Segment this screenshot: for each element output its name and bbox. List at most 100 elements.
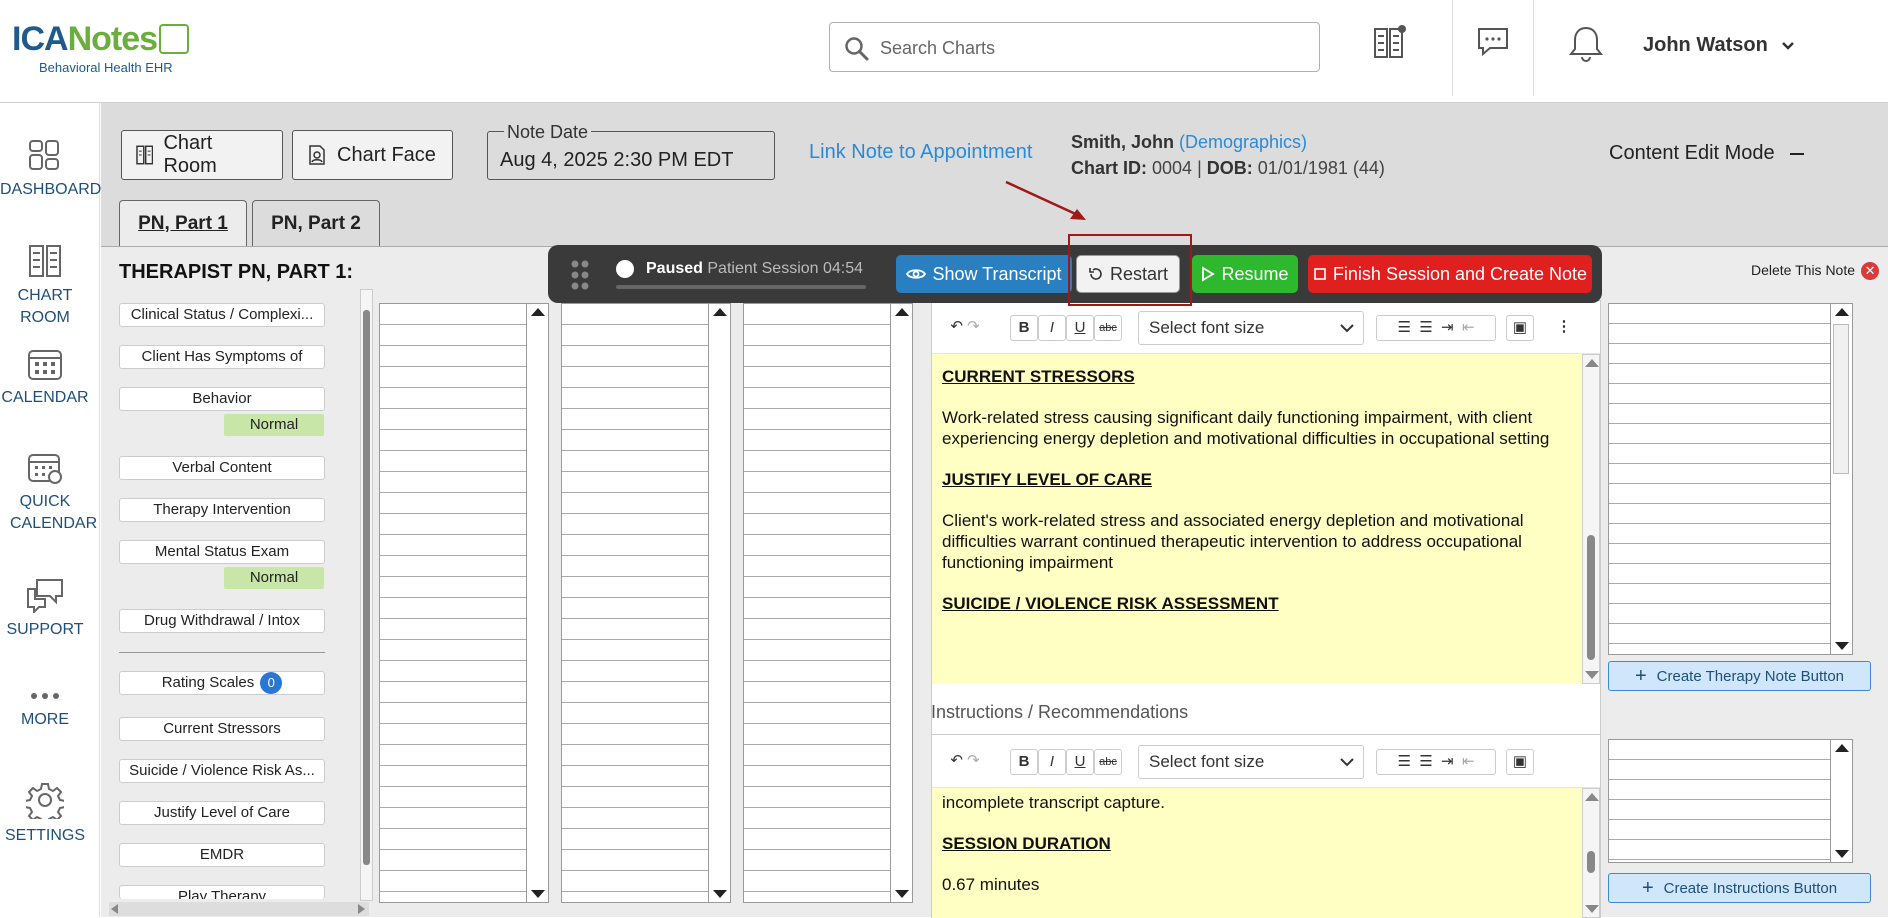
indent-icon[interactable]: ⇥ xyxy=(1441,753,1454,770)
scroll-thumb[interactable] xyxy=(1833,324,1849,474)
chart-face-button[interactable]: Chart Face xyxy=(292,130,453,180)
nav-chart-room[interactable]: CHART ROOM xyxy=(0,243,90,329)
nav-more[interactable]: MORE xyxy=(0,689,90,731)
indent-icon[interactable]: ⇥ xyxy=(1441,319,1454,336)
search-input[interactable] xyxy=(880,35,1300,61)
tab-pn-part-1[interactable]: PN, Part 1 xyxy=(119,200,247,246)
content-edit-mode-label: Content Edit Mode xyxy=(1609,142,1775,164)
content-edit-mode-toggle[interactable]: Content Edit Mode xyxy=(1609,142,1805,165)
undo-icon[interactable]: ↶ xyxy=(950,318,963,335)
left-nav: DASHBOARD CHART ROOM CALENDAR QUICK CALE… xyxy=(0,103,101,917)
horizontal-scrollbar[interactable] xyxy=(109,902,369,916)
chart-files-icon[interactable] xyxy=(1372,24,1408,65)
user-menu[interactable]: John Watson xyxy=(1643,34,1795,57)
left-panel-scrollbar[interactable] xyxy=(360,289,373,901)
show-transcript-button[interactable]: Show Transcript xyxy=(896,255,1072,293)
nav-settings[interactable]: SETTINGS xyxy=(0,781,90,847)
item-verbal-content[interactable]: Verbal Content xyxy=(119,456,325,480)
scroll-thumb[interactable] xyxy=(1587,851,1595,873)
delete-note-button[interactable]: Delete This Note ✕ xyxy=(1751,262,1880,281)
create-instructions-button[interactable]: + Create Instructions Button xyxy=(1608,873,1871,903)
redo-icon[interactable]: ↷ xyxy=(967,752,980,769)
drag-handle-icon[interactable] xyxy=(570,259,590,291)
nav-label: SUPPORT xyxy=(6,621,84,638)
note-text-editor[interactable]: ↶ ↷ B I U abc Select font size ☰ ☰ ⇥ ⇤ ▣… xyxy=(931,300,1601,735)
nav-quick-calendar[interactable]: QUICK CALENDAR xyxy=(0,451,97,535)
eye-icon xyxy=(906,269,927,279)
outdent-icon[interactable]: ⇤ xyxy=(1462,753,1475,770)
bullet-list-icon[interactable]: ☰ xyxy=(1419,753,1432,770)
more-options-icon[interactable]: ⋮ xyxy=(1556,315,1572,341)
chart-room-label: Chart Room xyxy=(163,132,217,177)
undo-icon[interactable]: ↶ xyxy=(950,752,963,769)
underline-button[interactable]: U xyxy=(1066,315,1094,341)
link-note-to-appointment[interactable]: Link Note to Appointment xyxy=(809,141,1032,164)
note-text-area[interactable]: CURRENT STRESSORS Work-related stress ca… xyxy=(932,354,1582,684)
create-therapy-label: Create Therapy Note Button xyxy=(1656,667,1845,685)
item-suicide-violence[interactable]: Suicide / Violence Risk As... xyxy=(119,759,325,783)
messages-icon[interactable] xyxy=(1476,24,1510,63)
redo-icon[interactable]: ↷ xyxy=(967,318,980,335)
restart-highlight-box xyxy=(1068,234,1192,306)
ordered-list-icon[interactable]: ☰ xyxy=(1397,753,1410,770)
right-list-column-2[interactable] xyxy=(1608,739,1853,863)
strikethrough-button[interactable]: abc xyxy=(1094,315,1122,341)
stop-icon xyxy=(1314,268,1326,280)
font-size-select[interactable]: Select font size xyxy=(1138,745,1364,779)
create-therapy-note-button[interactable]: + Create Therapy Note Button xyxy=(1608,661,1871,691)
chart-room-icon xyxy=(29,245,61,277)
instructions-scrollbar[interactable] xyxy=(1582,788,1600,918)
item-rating-scales[interactable]: Rating Scales 0 xyxy=(119,671,325,695)
item-behavior[interactable]: Behavior xyxy=(119,387,325,411)
strikethrough-button[interactable]: abc xyxy=(1094,749,1122,775)
bell-icon[interactable] xyxy=(1568,24,1604,67)
logo-subtitle: Behavioral Health EHR xyxy=(39,60,173,75)
bold-button[interactable]: B xyxy=(1010,749,1038,775)
bold-button[interactable]: B xyxy=(1010,315,1038,341)
right-list-column[interactable] xyxy=(1608,303,1853,655)
list-column-3[interactable] xyxy=(743,303,913,903)
source-code-icon[interactable]: ▣ xyxy=(1506,749,1534,775)
item-emdr[interactable]: EMDR xyxy=(119,843,325,867)
font-size-select[interactable]: Select font size xyxy=(1138,311,1364,345)
underline-button[interactable]: U xyxy=(1066,749,1094,775)
chart-face-label: Chart Face xyxy=(337,143,436,166)
note-date-field[interactable]: Note Date Aug 4, 2025 2:30 PM EDT xyxy=(487,122,775,180)
search-box[interactable] xyxy=(829,22,1320,72)
tab-pn-part-2[interactable]: PN, Part 2 xyxy=(252,200,380,246)
editor-scrollbar[interactable] xyxy=(1582,354,1600,684)
item-drug-withdrawal[interactable]: Drug Withdrawal / Intox xyxy=(119,609,325,633)
nav-dashboard[interactable]: DASHBOARD xyxy=(0,139,101,201)
list-column-1[interactable] xyxy=(379,303,549,903)
instructions-text-area[interactable]: incomplete transcript capture. SESSION D… xyxy=(932,788,1582,918)
item-current-stressors[interactable]: Current Stressors xyxy=(119,717,325,741)
bullet-list-icon[interactable]: ☰ xyxy=(1419,319,1432,336)
scroll-thumb[interactable] xyxy=(1587,535,1595,660)
demographics-link[interactable]: (Demographics) xyxy=(1179,132,1307,152)
instructions-editor[interactable]: ↶ ↷ B I U abc Select font size ☰ ☰ ⇥ ⇤ ▣… xyxy=(931,734,1601,918)
note-content-panel: THERAPIST PN, PART 1: Clinical Status / … xyxy=(101,246,1888,918)
source-code-icon[interactable]: ▣ xyxy=(1506,315,1534,341)
item-clinical-status[interactable]: Clinical Status / Complexi... xyxy=(119,303,325,327)
item-therapy-intervention[interactable]: Therapy Intervention xyxy=(119,498,325,522)
list-column-2[interactable] xyxy=(561,303,731,903)
session-status: Paused Patient Session 04:54 xyxy=(646,260,863,278)
scroll-thumb[interactable] xyxy=(363,310,370,865)
italic-button[interactable]: I xyxy=(1038,749,1066,775)
outdent-icon[interactable]: ⇤ xyxy=(1462,319,1475,336)
italic-button[interactable]: I xyxy=(1038,315,1066,341)
close-icon: ✕ xyxy=(1861,262,1880,281)
item-justify-level-of-care[interactable]: Justify Level of Care xyxy=(119,801,325,825)
nav-support[interactable]: SUPPORT xyxy=(0,577,90,641)
file-cabinet-icon xyxy=(136,145,154,165)
item-play-therapy[interactable]: Play Therapy xyxy=(119,885,325,899)
ordered-list-icon[interactable]: ☰ xyxy=(1397,319,1410,336)
chart-room-button[interactable]: Chart Room xyxy=(121,130,283,180)
resume-button[interactable]: Resume xyxy=(1192,255,1298,293)
icanotes-logo[interactable]: ICANotes Behavioral Health EHR xyxy=(12,20,212,80)
item-mental-status-exam[interactable]: Mental Status Exam xyxy=(119,540,325,564)
delete-note-label: Delete This Note xyxy=(1751,262,1856,278)
finish-session-button[interactable]: Finish Session and Create Note xyxy=(1308,255,1592,293)
nav-calendar[interactable]: CALENDAR xyxy=(0,347,90,409)
item-client-symptoms[interactable]: Client Has Symptoms of xyxy=(119,345,325,369)
